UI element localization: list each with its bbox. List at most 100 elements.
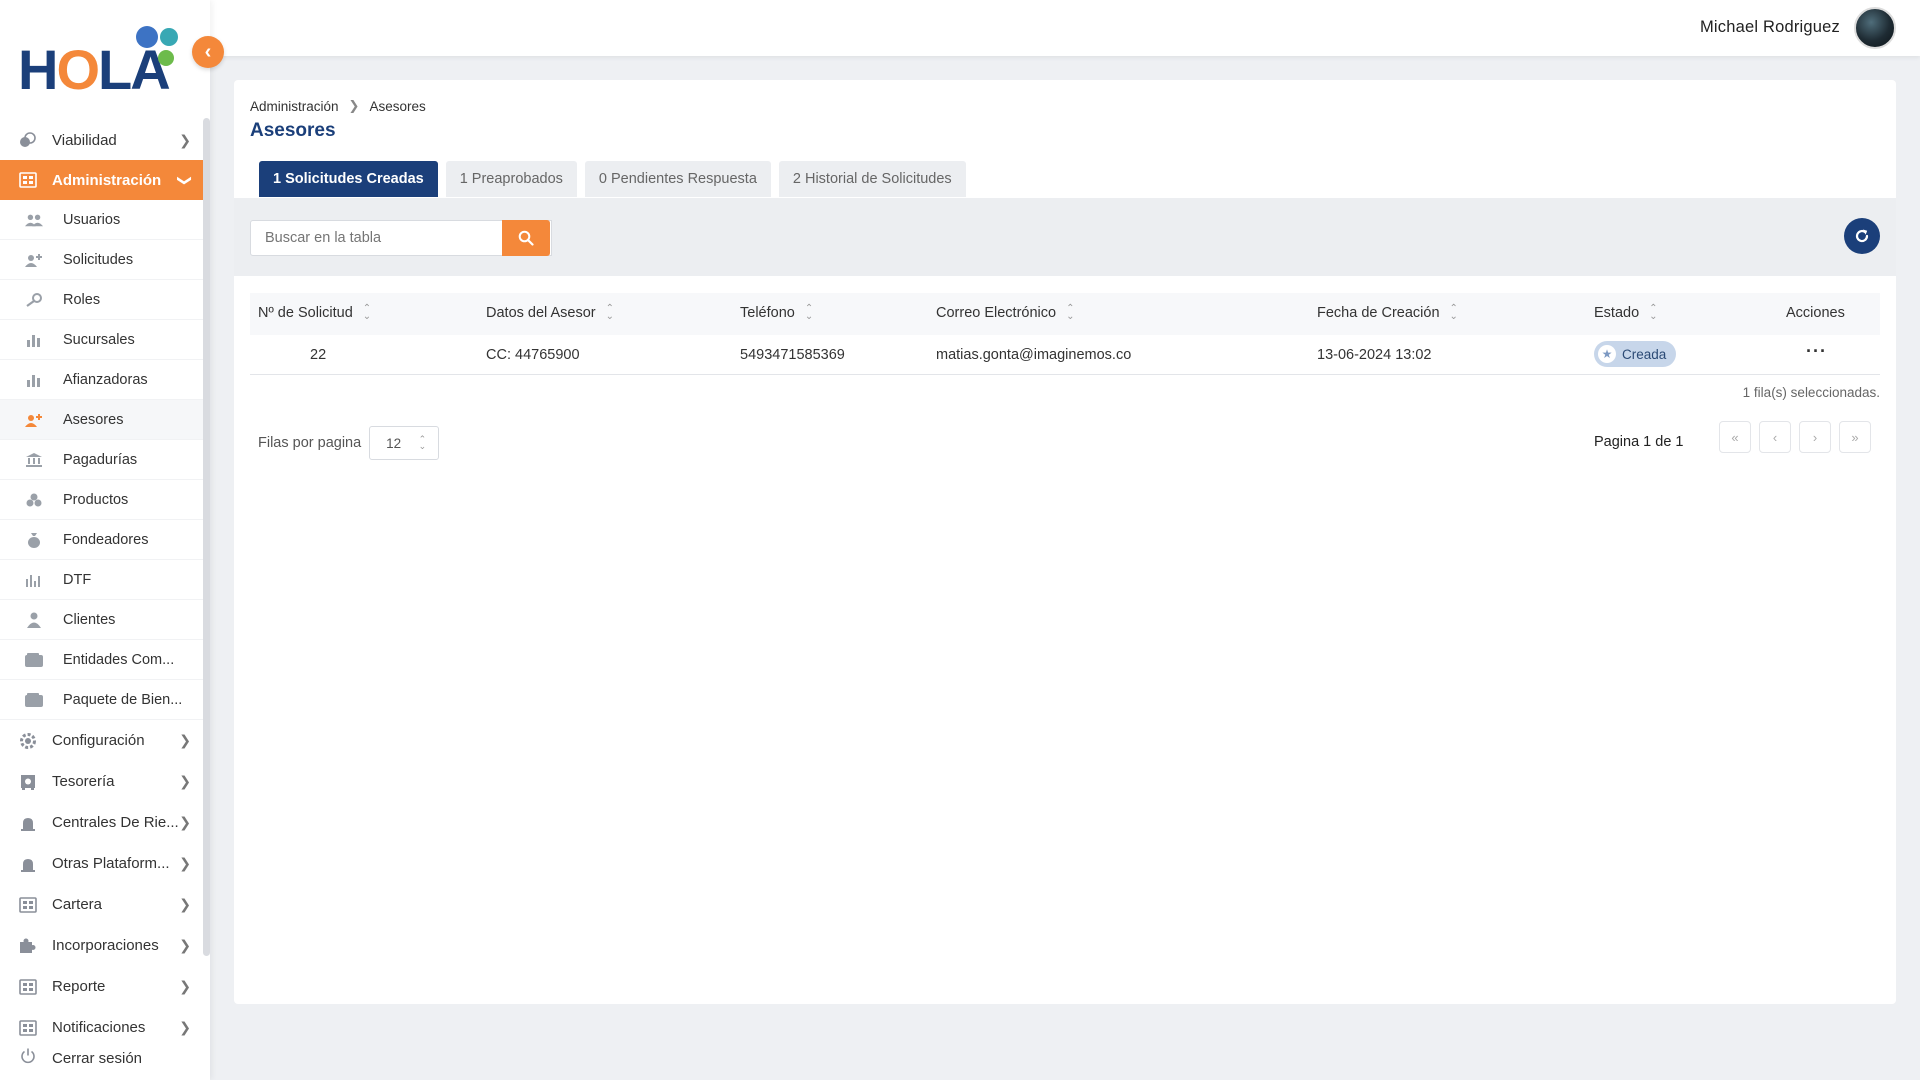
sidebar-subitem-label: Asesores xyxy=(63,411,124,428)
cell-solicitud: 22 xyxy=(310,347,327,363)
column-header-correo[interactable]: Correo Electrónico ⌃ ⌄ xyxy=(936,303,1075,322)
user-name[interactable]: Michael Rodriguez xyxy=(1700,18,1840,37)
chart-icon xyxy=(25,372,43,388)
prev-page-button[interactable]: ‹ xyxy=(1759,421,1791,453)
row-actions-menu-icon[interactable]: ··· xyxy=(1806,341,1827,362)
sidebar-subitem-label: Entidades Com... xyxy=(63,651,175,668)
sidebar-subitem-label: Sucursales xyxy=(63,331,135,348)
table-row[interactable]: 22 CC: 44765900 5493471585369 matias.gon… xyxy=(250,335,1880,375)
sidebar-subitem-entidades[interactable]: Entidades Com... xyxy=(0,640,203,680)
search-button[interactable] xyxy=(502,220,550,256)
sidebar-item-label: Otras Plataform... xyxy=(52,855,170,872)
person-icon xyxy=(25,612,43,628)
chevron-right-icon: ❯ xyxy=(179,855,191,871)
column-header-telefono[interactable]: Teléfono ⌃ ⌄ xyxy=(740,303,814,322)
sidebar-subitem-dtf[interactable]: DTF xyxy=(0,560,203,600)
sort-icon: ⌃ ⌄ xyxy=(804,303,814,322)
collapse-sidebar-button[interactable]: ‹ xyxy=(192,36,224,68)
logout-button[interactable]: Cerrar sesión xyxy=(18,1048,142,1068)
chevron-right-icon: › xyxy=(1812,429,1818,445)
coins-icon xyxy=(18,131,38,149)
tab-pendientes-respuesta[interactable]: 0 Pendientes Respuesta xyxy=(584,161,771,197)
hola-logo[interactable]: HOLA xyxy=(18,24,183,98)
sidebar-subitem-paquete[interactable]: Paquete de Bien... xyxy=(0,680,203,720)
rows-per-page-value: 12 xyxy=(386,435,402,451)
column-header-asesor[interactable]: Datos del Asesor ⌃ ⌄ xyxy=(486,304,614,322)
sort-icon: ⌃ ⌄ xyxy=(1066,303,1075,322)
sidebar-item-label: Administración xyxy=(52,171,162,189)
refresh-button[interactable] xyxy=(1844,218,1880,254)
sidebar-subitem-solicitudes[interactable]: Solicitudes xyxy=(0,240,203,280)
sidebar-subitem-label: Afianzadoras xyxy=(63,371,148,388)
grid-icon xyxy=(18,896,38,914)
sidebar-item-cartera[interactable]: Cartera ❯ xyxy=(0,884,203,925)
column-label: Datos del Asesor xyxy=(486,305,596,321)
column-label: Acciones xyxy=(1786,305,1845,321)
sidebar-item-label: Centrales De Rie... xyxy=(52,814,179,831)
breadcrumb: Administración ❯ Asesores xyxy=(250,98,426,114)
safe-icon xyxy=(18,773,38,791)
sidebar-subitem-fondeadores[interactable]: Fondeadores xyxy=(0,520,203,560)
first-page-button[interactable]: « xyxy=(1719,421,1751,453)
sidebar-subitem-label: Paquete de Bien... xyxy=(63,691,183,708)
rows-per-page-select[interactable]: 12 ⌃ ⌄ xyxy=(369,426,440,460)
users-icon xyxy=(25,212,43,228)
alarm-icon xyxy=(18,814,38,832)
bars-icon xyxy=(25,572,43,588)
table-header: Nº de Solicitud ⌃ ⌄ Datos del Asesor ⌃ ⌄ Tel… xyxy=(250,293,1880,335)
sidebar-subitem-roles[interactable]: Roles xyxy=(0,280,203,320)
gear-icon xyxy=(18,732,38,750)
sidebar-item-configuracion[interactable]: Configuración ❯ xyxy=(0,720,203,761)
sidebar-item-incorporaciones[interactable]: Incorporaciones ❯ xyxy=(0,925,203,966)
sidebar-item-notificaciones[interactable]: Notificaciones ❯ xyxy=(0,1007,203,1048)
rows-per-page-label: Filas por pagina xyxy=(258,435,362,451)
sidebar-item-administracion[interactable]: Administración ❯ xyxy=(0,160,203,200)
sidebar-scrollbar[interactable] xyxy=(203,118,210,956)
cell-asesor: CC: 44765900 xyxy=(486,347,580,363)
chevron-right-icon: ❯ xyxy=(179,978,191,994)
breadcrumb-parent[interactable]: Administración xyxy=(250,99,339,114)
tab-solicitudes-creadas[interactable]: 1 Solicitudes Creadas xyxy=(259,161,438,197)
money-bag-icon xyxy=(25,532,43,548)
last-page-button[interactable]: » xyxy=(1839,421,1871,453)
sidebar-item-centrales[interactable]: Centrales De Rie... ❯ xyxy=(0,802,203,843)
page-title: Asesores xyxy=(250,120,336,141)
column-header-estado[interactable]: Estado ⌃ ⌄ xyxy=(1594,303,1658,322)
column-label: Teléfono xyxy=(740,305,795,321)
next-page-button[interactable]: › xyxy=(1799,421,1831,453)
sidebar-subitem-usuarios[interactable]: Usuarios xyxy=(0,200,203,240)
sidebar-item-otras-plataformas[interactable]: Otras Plataform... ❯ xyxy=(0,843,203,884)
avatar[interactable] xyxy=(1854,7,1896,49)
sidebar-item-label: Notificaciones xyxy=(52,1019,146,1036)
column-header-fecha[interactable]: Fecha de Creación ⌃ ⌄ xyxy=(1317,304,1458,322)
table-toolbar xyxy=(234,198,1896,276)
column-header-solicitud[interactable]: Nº de Solicitud ⌃ ⌄ xyxy=(258,303,372,322)
sidebar-subitem-productos[interactable]: Productos xyxy=(0,480,203,520)
top-bar: Michael Rodriguez xyxy=(210,0,1920,56)
column-label: Correo Electrónico xyxy=(936,305,1057,321)
sidebar-subitem-label: DTF xyxy=(63,571,92,588)
sidebar-item-tesoreria[interactable]: Tesorería ❯ xyxy=(0,761,203,802)
chevron-right-icon: ❯ xyxy=(179,1019,191,1035)
sidebar-subitem-afianzadoras[interactable]: Afianzadoras xyxy=(0,360,203,400)
double-chevron-left-icon: « xyxy=(1731,429,1739,445)
tab-preaprobados[interactable]: 1 Preaprobados xyxy=(445,161,577,197)
sidebar-item-viabilidad[interactable]: Viabilidad ❯ xyxy=(0,120,203,160)
tab-historial-solicitudes[interactable]: 2 Historial de Solicitudes xyxy=(778,161,966,197)
star-icon: ★ xyxy=(1598,345,1616,363)
grid-icon xyxy=(18,978,38,996)
logo-dot-blue xyxy=(136,26,158,48)
sidebar-menu: Viabilidad ❯ Administración ❯ Usuarios S… xyxy=(0,120,203,1048)
sidebar-item-reporte[interactable]: Reporte ❯ xyxy=(0,966,203,1007)
column-label: Nº de Solicitud xyxy=(258,305,353,321)
sort-icon: ⌃ ⌄ xyxy=(1649,303,1658,322)
sidebar-subitem-clientes[interactable]: Clientes xyxy=(0,600,203,640)
sidebar-subitem-asesores[interactable]: Asesores xyxy=(0,400,203,440)
key-icon xyxy=(25,292,43,308)
sidebar-subitem-pagadurias[interactable]: Pagadurías xyxy=(0,440,203,480)
boxes-icon xyxy=(25,492,43,508)
sort-icon: ⌃ ⌄ xyxy=(362,303,372,322)
chevron-down-icon: ❯ xyxy=(177,174,194,187)
sidebar-subitem-sucursales[interactable]: Sucursales xyxy=(0,320,203,360)
column-label: Estado xyxy=(1594,305,1640,321)
